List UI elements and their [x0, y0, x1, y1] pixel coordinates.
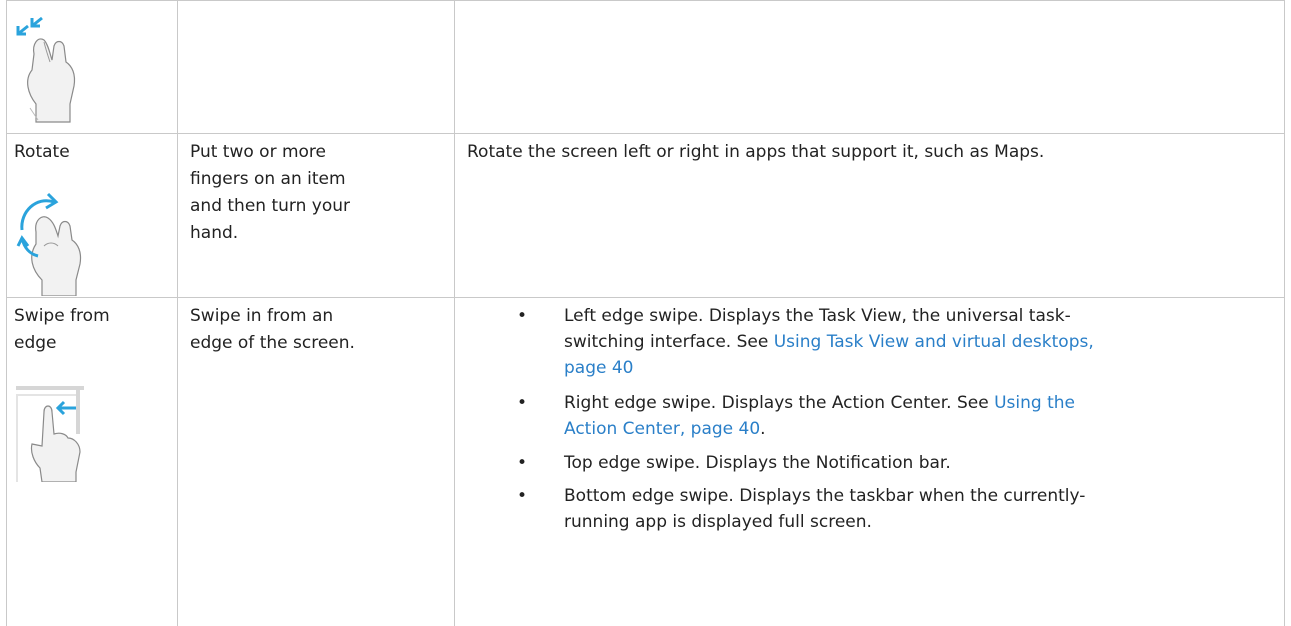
column-divider-2	[454, 0, 455, 626]
description-line: fingers on an item	[190, 169, 346, 189]
link-action-center[interactable]: Using the	[994, 393, 1075, 413]
bullet-text: Right edge swipe. Displays the Action Ce…	[564, 390, 1276, 442]
bullet-text-line: switching interface. See	[564, 332, 774, 352]
description-line: Swipe in from an	[190, 306, 334, 326]
pinch-gesture-icon	[16, 16, 76, 123]
swipe-edge-gesture-icon	[16, 386, 84, 482]
gesture-description-swipe: Swipe in from an edge of the screen.	[190, 303, 450, 357]
table-left-border	[6, 0, 7, 626]
row-divider-2	[6, 297, 1285, 298]
bullet-text: Bottom edge swipe. Displays the taskbar …	[564, 483, 1276, 535]
link-task-view-page[interactable]: page 40	[564, 358, 634, 378]
bullet: •	[517, 486, 528, 506]
table-right-border	[1284, 0, 1285, 626]
gesture-action-rotate: Rotate the screen left or right in apps …	[467, 142, 1045, 162]
bullet-text: Top edge swipe. Displays the Notificatio…	[564, 453, 951, 473]
bullet: •	[517, 453, 528, 473]
gesture-name-rotate: Rotate	[14, 142, 70, 162]
bullet-text-line: Bottom edge swipe. Displays the taskbar …	[564, 486, 1086, 506]
column-divider-1	[177, 0, 178, 626]
description-line: edge of the screen.	[190, 333, 355, 353]
name-line: edge	[14, 333, 57, 353]
description-line: and then turn your	[190, 196, 350, 216]
bullet: •	[517, 393, 528, 413]
rotate-gesture-icon	[16, 192, 82, 296]
row-divider-1	[6, 133, 1285, 134]
bullet: •	[517, 306, 528, 326]
bullet-suffix: .	[760, 419, 766, 439]
bullet-text-line: Left edge swipe. Displays the Task View,…	[564, 306, 1071, 326]
gesture-name-swipe: Swipe from edge	[14, 303, 174, 357]
name-line: Swipe from	[14, 306, 110, 326]
description-line: Put two or more	[190, 142, 326, 162]
gesture-description-rotate: Put two or more fingers on an item and t…	[190, 139, 450, 247]
link-action-center-page[interactable]: Action Center, page 40	[564, 419, 760, 439]
table-top-border	[6, 0, 1285, 1]
bullet-text-line: Right edge swipe. Displays the Action Ce…	[564, 393, 995, 413]
bullet-text: Left edge swipe. Displays the Task View,…	[564, 303, 1276, 381]
link-task-view[interactable]: Using Task View and virtual desktops,	[774, 332, 1094, 352]
bullet-text-line: running app is displayed full screen.	[564, 512, 872, 532]
description-line: hand.	[190, 223, 239, 243]
